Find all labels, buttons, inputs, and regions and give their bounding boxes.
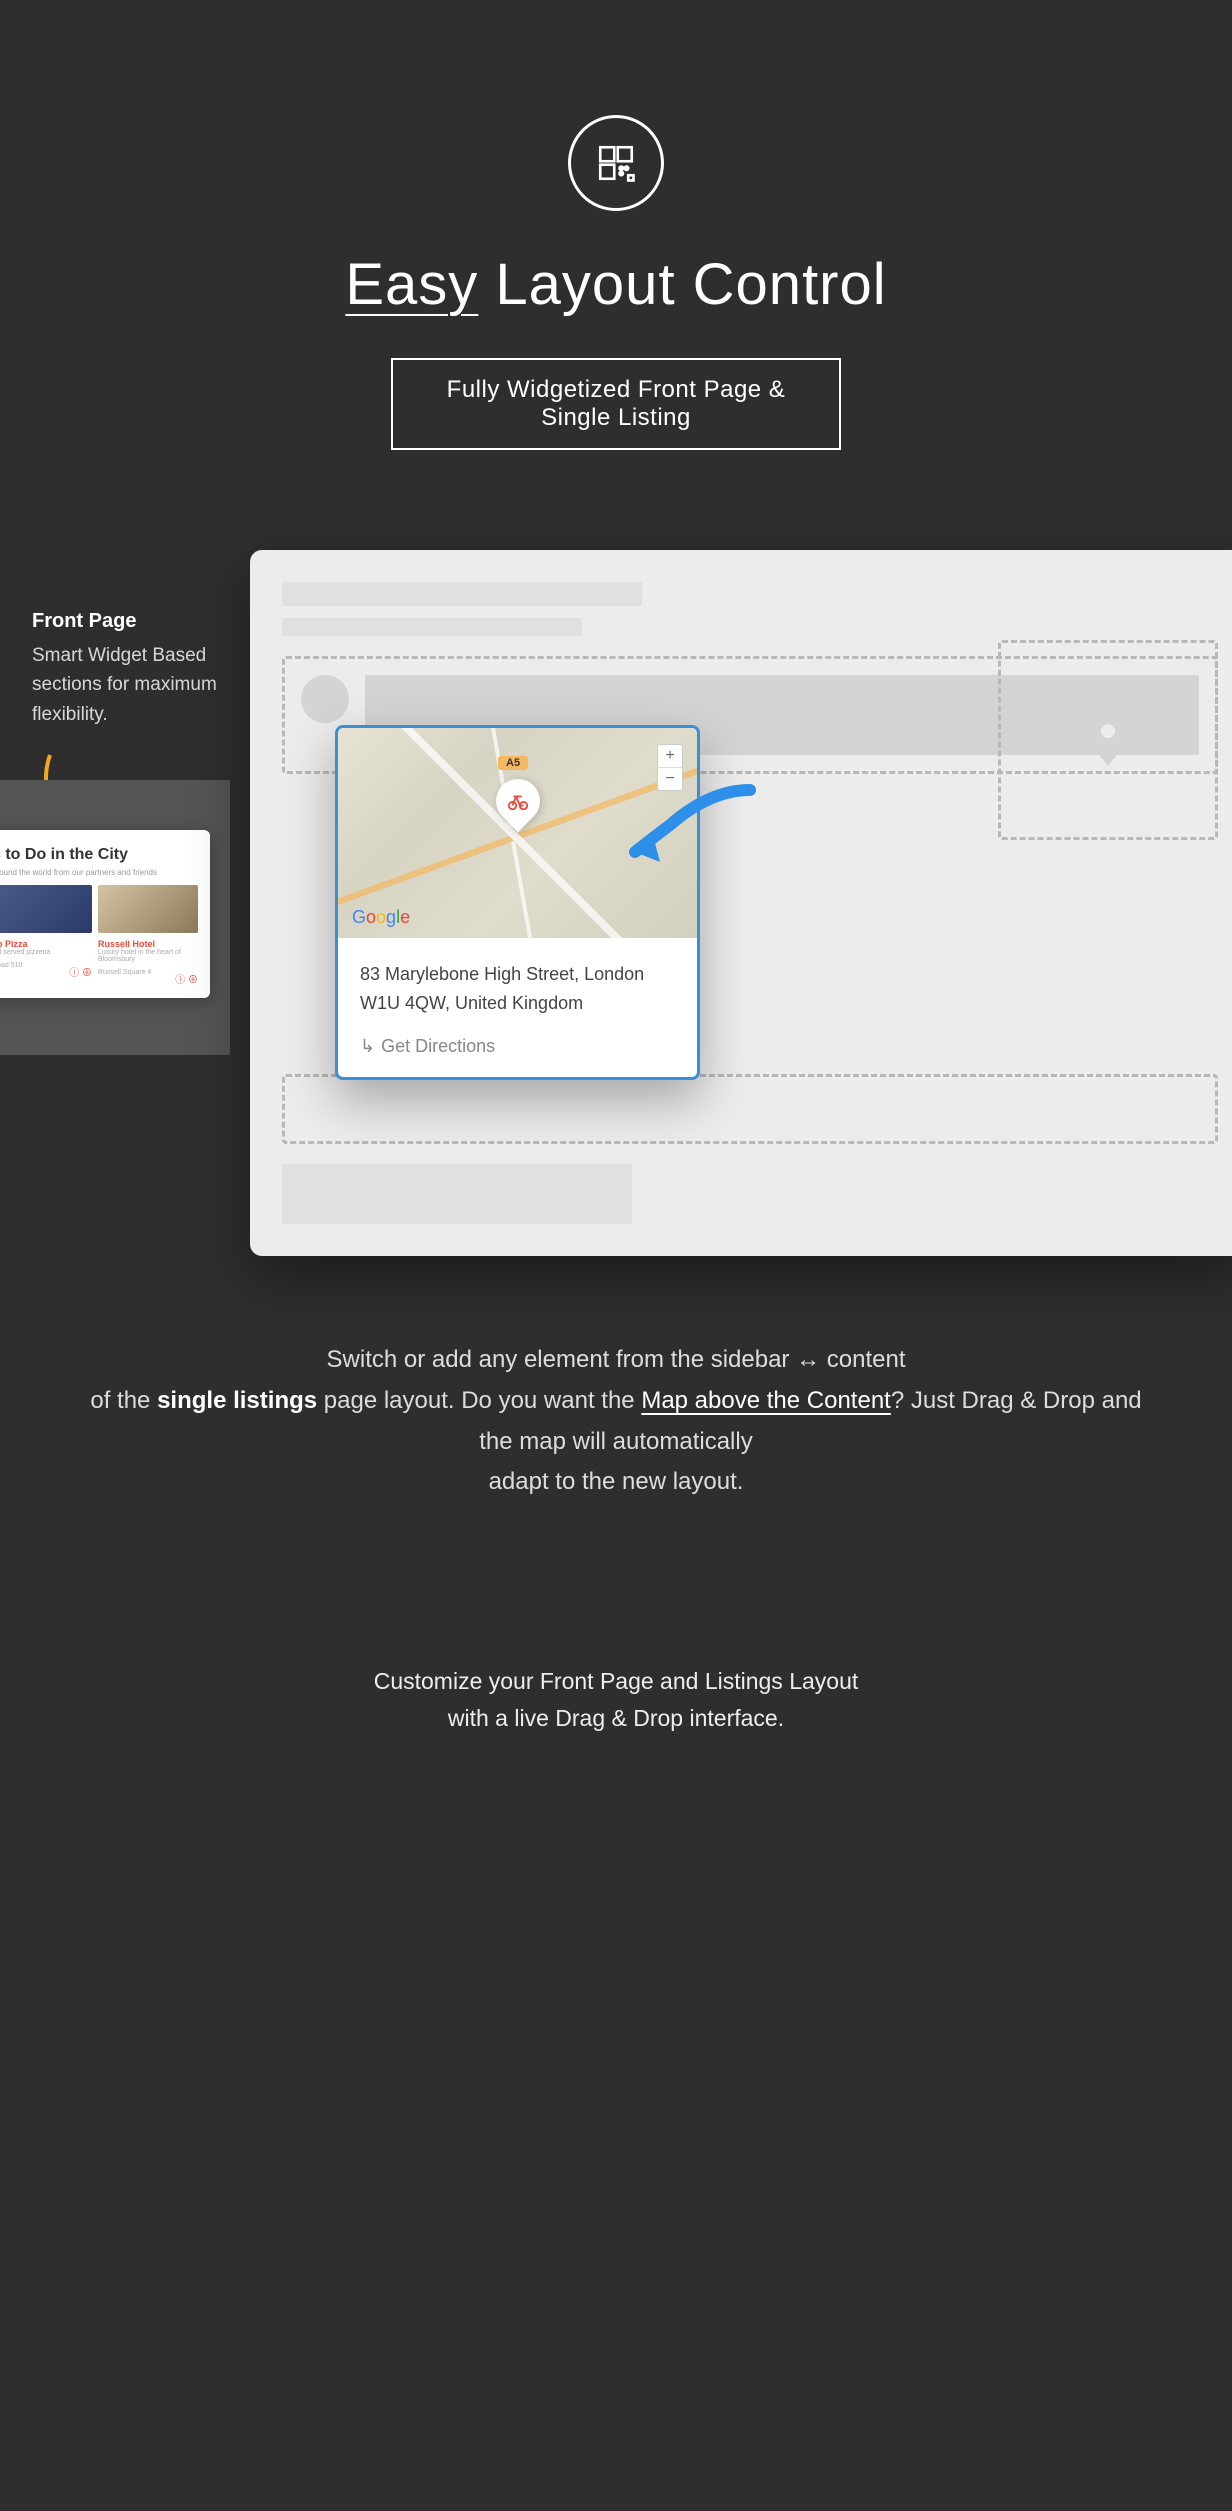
placeholder-bar: [282, 618, 582, 636]
listing-subtitle: Luxury hotel in the heart of Bloomsbury: [98, 949, 198, 963]
get-directions-link[interactable]: ↳ Get Directions: [338, 1036, 697, 1077]
google-logo: Google: [352, 907, 410, 928]
listing-title: llo Pizza: [0, 939, 92, 949]
mockup-area: Front Page Smart Widget Based sections f…: [0, 550, 1232, 1270]
placeholder-bar: [282, 582, 642, 606]
map-marker-pin: [496, 779, 540, 823]
map-pin-icon: [1088, 712, 1128, 768]
listing-action-icons[interactable]: ⓘ ⊕: [69, 964, 92, 979]
title-rest: Layout Control: [478, 252, 886, 317]
bicycle-icon: [507, 790, 529, 812]
description-paragraph: Switch or add any element from the sideb…: [0, 1340, 1232, 1503]
blue-curved-arrow-icon: [620, 780, 760, 880]
map-address: 83 Marylebone High Street, London W1U 4Q…: [338, 938, 697, 1036]
directions-label: Get Directions: [381, 1036, 495, 1056]
dropzone-sidebar[interactable]: [998, 640, 1218, 840]
listing-meta: Road 510: [0, 962, 22, 979]
subtitle-pill: Fully Widgetized Front Page & Single Lis…: [391, 358, 841, 450]
front-page-caption: Front Page Smart Widget Based sections f…: [32, 610, 262, 729]
widget-subheading: around the world from our partners and f…: [0, 868, 198, 877]
road-label-badge: A5: [498, 756, 528, 770]
listing-thumbnail: [0, 885, 92, 933]
page-title: Easy Layout Control: [0, 251, 1232, 318]
placeholder-bar: [282, 1164, 632, 1224]
listing-meta: Russell Square 4: [98, 969, 151, 986]
address-line: 83 Marylebone High Street, London: [360, 960, 675, 989]
address-line: W1U 4QW, United Kingdom: [360, 989, 675, 1018]
title-emphasis: Easy: [345, 252, 478, 317]
map-widget-card[interactable]: A5 + − Google 83: [335, 725, 700, 1080]
listing-subtitle: nal served pizzeria: [0, 949, 92, 956]
footer-description: Customize your Front Page and Listings L…: [0, 1663, 1232, 1737]
listing-action-icons[interactable]: ⓘ ⊕: [175, 971, 198, 986]
caption-title: Front Page: [32, 610, 262, 633]
layout-hero-icon: [568, 115, 664, 211]
directions-arrow-icon: ↳: [360, 1036, 375, 1056]
zoom-in-button[interactable]: +: [658, 745, 682, 768]
front-page-widget-card: s to Do in the City around the world fro…: [0, 830, 210, 998]
widget-heading: s to Do in the City: [0, 846, 198, 864]
caption-desc: Smart Widget Based sections for maximum …: [32, 641, 262, 729]
placeholder-avatar: [301, 675, 349, 723]
listing-thumbnail: [98, 885, 198, 933]
dropzone-bottom[interactable]: [282, 1074, 1218, 1144]
map-above-content-link[interactable]: Map above the Content: [641, 1387, 891, 1414]
listing-title: Russell Hotel: [98, 939, 198, 949]
